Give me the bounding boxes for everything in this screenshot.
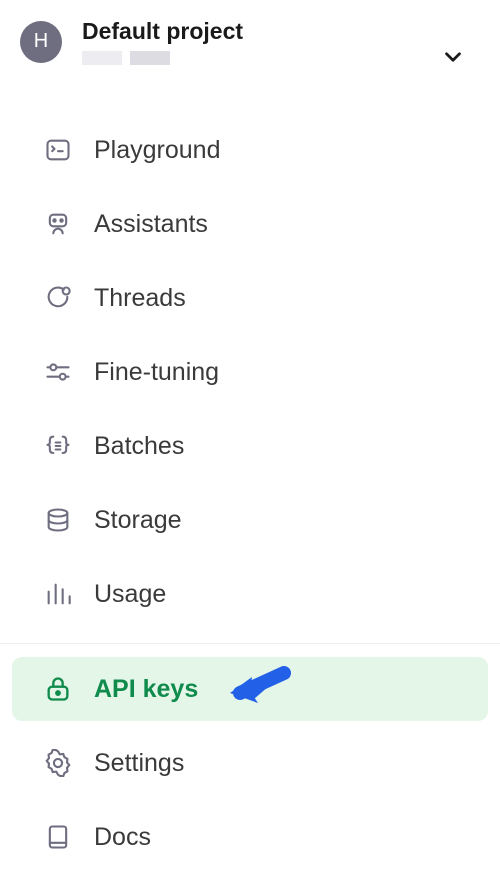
sidebar-item-label: Assistants (94, 210, 208, 239)
book-icon (42, 821, 74, 853)
bar-chart-icon (42, 578, 74, 610)
sidebar-item-assistants[interactable]: Assistants (12, 192, 488, 256)
project-title-block: Default project (82, 18, 243, 65)
braces-icon (42, 430, 74, 462)
sliders-icon (42, 356, 74, 388)
sidebar-item-api-keys[interactable]: API keys (12, 657, 488, 721)
gear-icon (42, 747, 74, 779)
terminal-icon (42, 134, 74, 166)
project-header[interactable]: H Default project (0, 10, 500, 83)
sidebar-item-storage[interactable]: Storage (12, 488, 488, 552)
sidebar-item-threads[interactable]: Threads (12, 266, 488, 330)
project-name: Default project (82, 18, 243, 45)
sidebar-nav: Playground Assistants Threads Fine-tunin… (0, 113, 500, 874)
sidebar-item-label: Threads (94, 284, 186, 313)
sidebar-item-usage[interactable]: Usage (12, 562, 488, 626)
sidebar-item-label: Settings (94, 749, 184, 778)
lock-icon (42, 673, 74, 705)
chat-icon (42, 282, 74, 314)
nav-divider (0, 643, 500, 644)
sidebar-item-fine-tuning[interactable]: Fine-tuning (12, 340, 488, 404)
sidebar-item-label: API keys (94, 675, 198, 704)
sidebar-item-label: Storage (94, 506, 182, 535)
sidebar-item-docs[interactable]: Docs (12, 805, 488, 869)
avatar: H (20, 21, 62, 63)
sidebar-item-label: Playground (94, 136, 220, 165)
avatar-initial: H (34, 30, 48, 53)
database-icon (42, 504, 74, 536)
pointer-arrow-icon (222, 663, 292, 715)
chevron-down-icon[interactable] (440, 44, 466, 70)
sidebar-item-label: Fine-tuning (94, 358, 219, 387)
sidebar-item-batches[interactable]: Batches (12, 414, 488, 478)
sidebar-item-label: Usage (94, 580, 166, 609)
sidebar-item-settings[interactable]: Settings (12, 731, 488, 795)
sidebar-item-label: Batches (94, 432, 184, 461)
sidebar-item-label: Docs (94, 823, 151, 852)
robot-icon (42, 208, 74, 240)
sidebar-item-playground[interactable]: Playground (12, 118, 488, 182)
project-subtitle (82, 51, 243, 65)
